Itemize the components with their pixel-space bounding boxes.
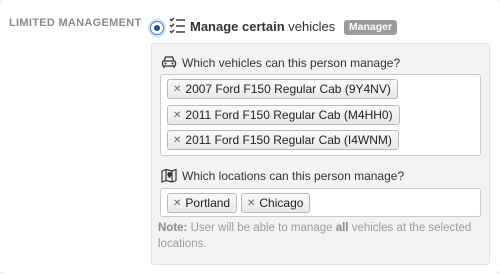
note-text-1: User will be able to manage — [187, 222, 336, 234]
location-tag-label: Chicago — [259, 196, 304, 210]
option-heading[interactable]: Manage certain vehicles Manager — [190, 19, 398, 35]
map-pin-icon — [161, 168, 177, 183]
location-tag-label: Portland — [185, 196, 231, 210]
remove-x-icon[interactable]: ✕ — [173, 195, 181, 213]
checklist-icon — [169, 17, 185, 34]
car-icon — [161, 56, 177, 68]
remove-x-icon[interactable]: ✕ — [173, 81, 181, 99]
manager-badge: Manager — [343, 20, 398, 35]
vehicles-select[interactable]: ✕ 2007 Ford F150 Regular Cab (9Y4NV) ✕ 201… — [160, 74, 481, 156]
remove-x-icon[interactable]: ✕ — [173, 132, 181, 150]
limited-management-card: LIMITED MANAGEMENT Manage certain vehicl… — [0, 0, 500, 274]
vehicle-tag: ✕ 2011 Ford F150 Regular Cab (I4WNM) — [167, 130, 399, 150]
vehicle-tag: ✕ 2007 Ford F150 Regular Cab (9Y4NV) — [167, 79, 398, 99]
remove-x-icon[interactable]: ✕ — [173, 107, 181, 125]
note-emphasis: all — [335, 222, 349, 234]
remove-x-icon[interactable]: ✕ — [247, 195, 255, 213]
location-tag: ✕ Portland — [167, 193, 238, 213]
location-tag: ✕ Chicago — [241, 193, 311, 213]
option-rest-text: vehicles — [284, 19, 336, 34]
note-prefix: Note: — [158, 222, 188, 234]
vehicle-tag-label: 2011 Ford F150 Regular Cab (I4WNM) — [185, 133, 392, 147]
option-strong-text: Manage certain — [190, 19, 285, 34]
vehicle-tag-label: 2007 Ford F150 Regular Cab (9Y4NV) — [185, 82, 391, 96]
section-label: LIMITED MANAGEMENT — [9, 17, 142, 29]
vehicle-tag: ✕ 2011 Ford F150 Regular Cab (M4HH0) — [167, 105, 400, 125]
locations-select[interactable]: ✕ Portland ✕ Chicago — [160, 188, 481, 217]
note-text: Note: User will be able to manage all ve… — [158, 220, 478, 252]
radio-selected-icon[interactable] — [150, 21, 164, 35]
vehicles-question: Which vehicles can this person manage? — [182, 56, 401, 70]
locations-question: Which locations can this person manage? — [182, 169, 405, 183]
vehicle-tag-label: 2011 Ford F150 Regular Cab (M4HH0) — [185, 108, 393, 122]
